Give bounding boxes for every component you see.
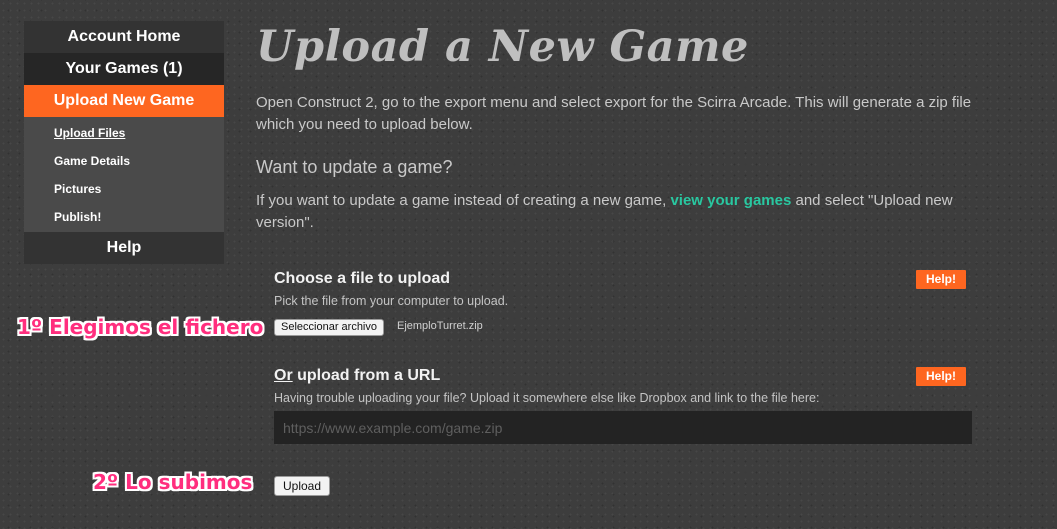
choose-file-button[interactable]: Seleccionar archivo: [274, 319, 384, 336]
url-section-title-or: Or: [274, 367, 293, 384]
upload-button[interactable]: Upload: [274, 476, 331, 496]
sidebar-subitem-game-details[interactable]: Game Details: [24, 147, 224, 175]
intro-text: Open Construct 2, go to the export menu …: [256, 94, 972, 133]
annotation-step-1: 1º Elegimos el fichero: [17, 315, 264, 339]
sidebar-item-your-games[interactable]: Your Games (1): [24, 53, 224, 85]
update-text: If you want to update a game instead of …: [256, 190, 976, 234]
sidebar-item-help[interactable]: Help: [24, 232, 224, 264]
file-help-button[interactable]: Help!: [916, 270, 966, 289]
sidebar: Account Home Your Games (1) Upload New G…: [24, 21, 224, 264]
file-section-description: Pick the file from your computer to uplo…: [274, 294, 509, 308]
page-title: Upload a New Game: [256, 22, 749, 72]
sidebar-subitem-publish[interactable]: Publish!: [24, 203, 224, 231]
url-input[interactable]: [274, 411, 972, 444]
sidebar-subitem-pictures[interactable]: Pictures: [24, 175, 224, 203]
update-heading: Want to update a game?: [256, 157, 453, 177]
update-text-before: If you want to update a game instead of …: [256, 192, 671, 209]
selected-file-name: EjemploTurret.zip: [397, 320, 483, 332]
url-section-description: Having trouble uploading your file? Uplo…: [274, 391, 820, 405]
sidebar-subitem-upload-files[interactable]: Upload Files: [24, 119, 224, 147]
url-section-title-rest: upload from a URL: [292, 367, 441, 384]
view-your-games-link[interactable]: view your games: [670, 192, 791, 209]
sidebar-item-upload-new-game[interactable]: Upload New Game: [24, 85, 224, 117]
annotation-step-2: 2º Lo subimos: [93, 470, 253, 494]
sidebar-submenu: Upload Files Game Details Pictures Publi…: [24, 117, 224, 232]
url-help-button[interactable]: Help!: [916, 367, 966, 386]
url-section-title: Or upload from a URL: [274, 367, 440, 385]
file-section-title: Choose a file to upload: [274, 270, 451, 287]
sidebar-item-account-home[interactable]: Account Home: [24, 21, 224, 53]
